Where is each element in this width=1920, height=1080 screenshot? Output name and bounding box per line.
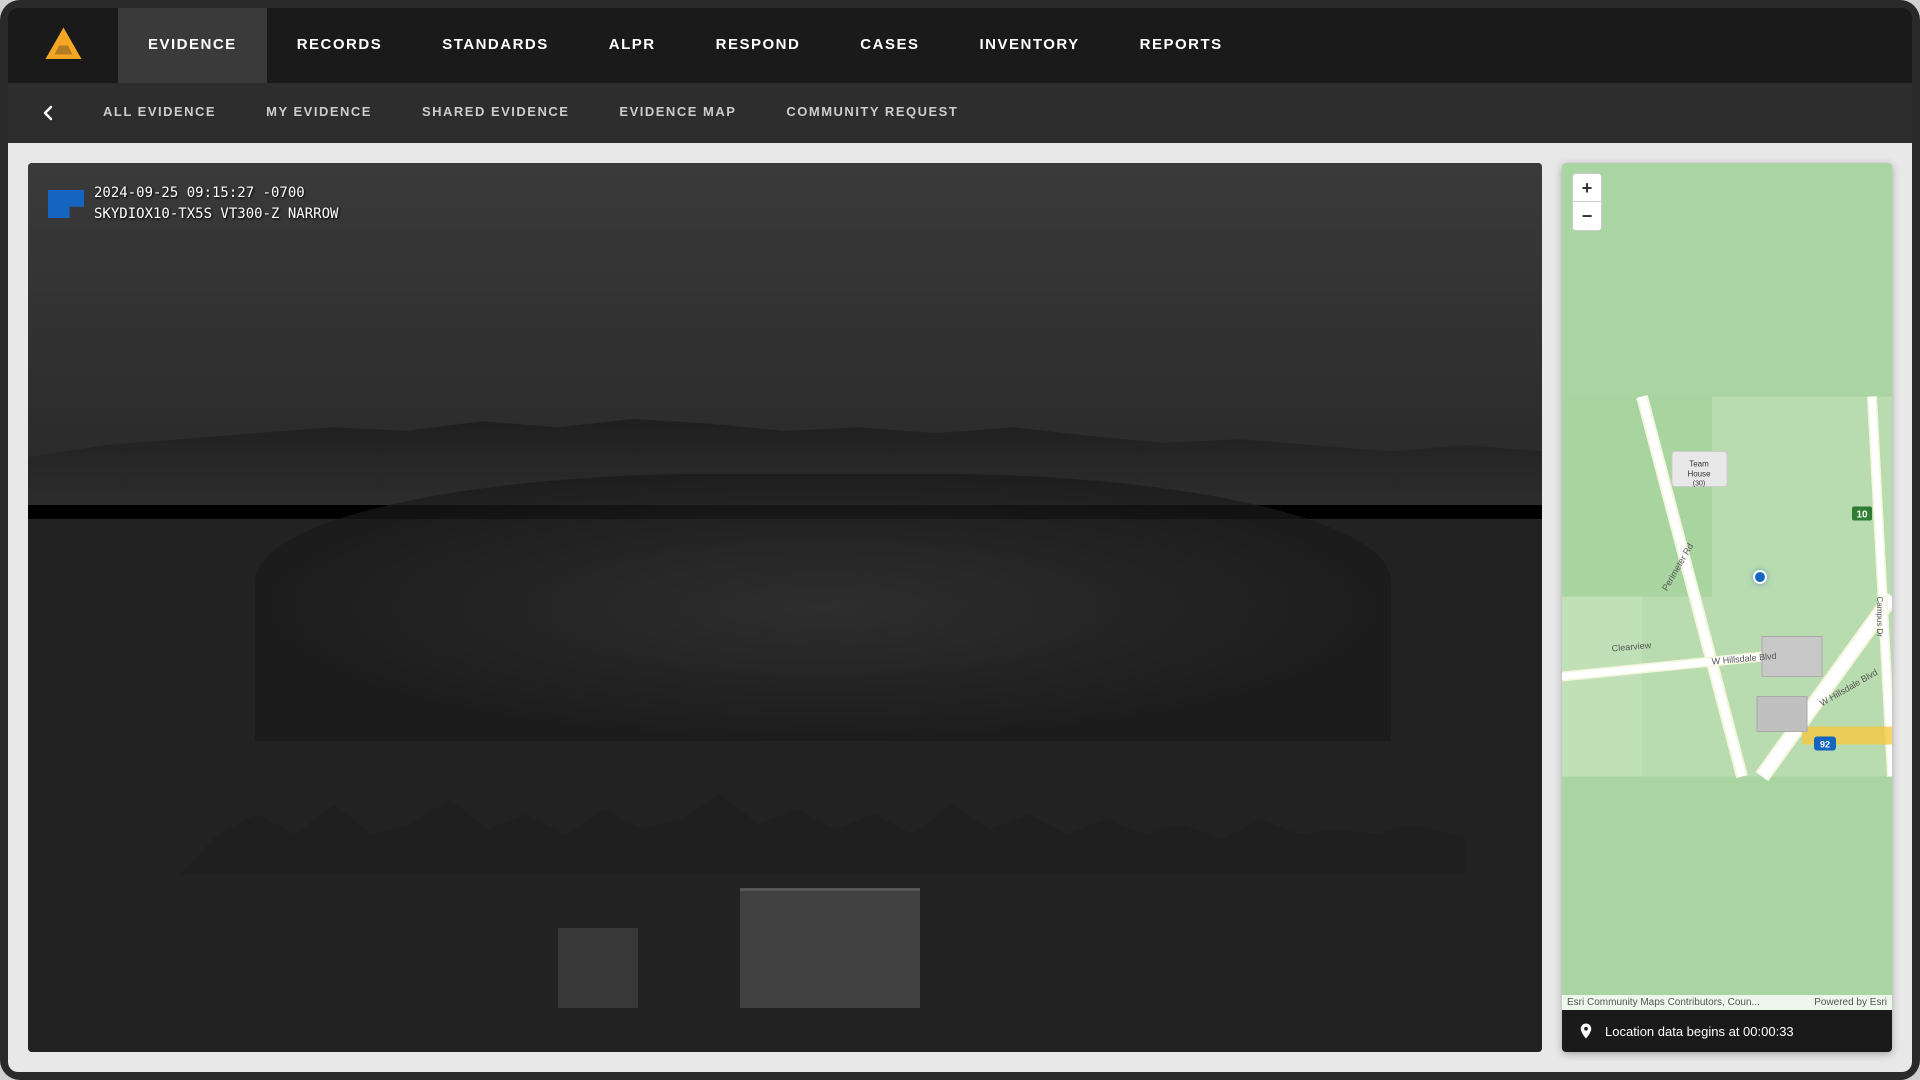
map-zoom-controls: + − [1572, 173, 1602, 231]
main-content: 2024-09-25 09:15:27 -0700 SKYDIOX10-TX5S… [8, 143, 1912, 1072]
location-text: Location data begins at 00:00:33 [1605, 1024, 1794, 1039]
top-navigation: EVIDENCE RECORDS STANDARDS ALPR RESPOND … [8, 8, 1912, 83]
video-panel: 2024-09-25 09:15:27 -0700 SKYDIOX10-TX5S… [28, 163, 1542, 1052]
svg-text:Team: Team [1689, 460, 1709, 469]
timestamp-text: 2024-09-25 09:15:27 -0700 SKYDIOX10-TX5S… [94, 183, 338, 225]
powered-by: Powered by Esri [1814, 997, 1887, 1008]
map-panel: 10 Team House (30) Perimeter Rd W Hillsd… [1562, 163, 1892, 1052]
building-1 [740, 888, 920, 1008]
location-pin-icon [1577, 1022, 1595, 1040]
tree-area [255, 474, 1391, 741]
nav-item-reports[interactable]: REPORTS [1110, 8, 1253, 83]
timestamp-overlay: 2024-09-25 09:15:27 -0700 SKYDIOX10-TX5S… [48, 183, 338, 225]
svg-text:92: 92 [1820, 740, 1830, 750]
timestamp-device: SKYDIOX10-TX5S VT300-Z NARROW [94, 204, 338, 225]
map-area: 10 Team House (30) Perimeter Rd W Hillsd… [1562, 163, 1892, 1010]
nav-item-cases[interactable]: CASES [830, 8, 949, 83]
subnav-my-evidence[interactable]: MY EVIDENCE [241, 83, 397, 143]
app-logo [41, 23, 86, 68]
nav-item-inventory[interactable]: INVENTORY [949, 8, 1109, 83]
subnav-evidence-map[interactable]: EVIDENCE MAP [594, 83, 761, 143]
video-content [28, 163, 1542, 1052]
nav-item-alpr[interactable]: ALPR [579, 8, 686, 83]
svg-text:10: 10 [1856, 510, 1868, 521]
screen: EVIDENCE RECORDS STANDARDS ALPR RESPOND … [8, 8, 1912, 1072]
nav-item-records[interactable]: RECORDS [267, 8, 413, 83]
logo-area[interactable] [8, 8, 118, 83]
nav-item-respond[interactable]: RESPOND [686, 8, 831, 83]
map-svg: 10 Team House (30) Perimeter Rd W Hillsd… [1562, 163, 1892, 1010]
svg-text:House: House [1687, 470, 1711, 479]
location-dot [1753, 570, 1767, 584]
map-attribution: Esri Community Maps Contributors, Coun..… [1562, 995, 1892, 1010]
nav-item-evidence[interactable]: EVIDENCE [118, 8, 267, 83]
skydiox-logo [48, 190, 84, 218]
back-button[interactable] [18, 103, 78, 123]
location-bar: Location data begins at 00:00:33 [1562, 1010, 1892, 1052]
attribution-text: Esri Community Maps Contributors, Coun..… [1567, 997, 1760, 1008]
zoom-in-button[interactable]: + [1573, 174, 1601, 202]
sub-navigation: ALL EVIDENCE MY EVIDENCE SHARED EVIDENCE… [8, 83, 1912, 143]
subnav-shared-evidence[interactable]: SHARED EVIDENCE [397, 83, 594, 143]
nav-item-standards[interactable]: STANDARDS [412, 8, 579, 83]
building-2 [558, 928, 638, 1008]
zoom-out-button[interactable]: − [1573, 202, 1601, 230]
timestamp-date: 2024-09-25 09:15:27 -0700 [94, 183, 338, 204]
subnav-all-evidence[interactable]: ALL EVIDENCE [78, 83, 241, 143]
subnav-community-request[interactable]: COMMUNITY REQUEST [761, 83, 983, 143]
svg-text:(30): (30) [1693, 481, 1705, 488]
svg-text:Campus Dr: Campus Dr [1875, 597, 1884, 638]
laptop-frame: EVIDENCE RECORDS STANDARDS ALPR RESPOND … [0, 0, 1920, 1080]
